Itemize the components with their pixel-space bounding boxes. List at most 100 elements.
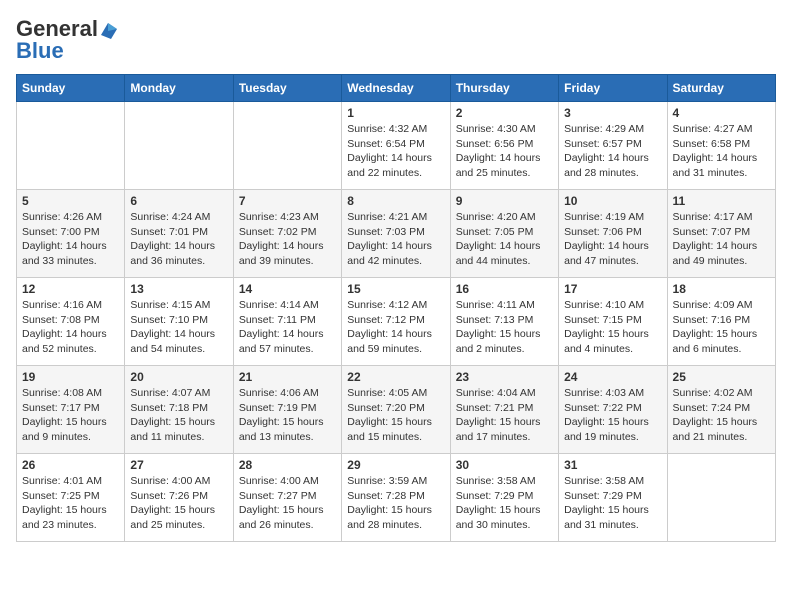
calendar-cell: 16 Sunrise: 4:11 AMSunset: 7:13 PMDayligh… <box>450 278 558 366</box>
calendar-cell: 20 Sunrise: 4:07 AMSunset: 7:18 PMDayligh… <box>125 366 233 454</box>
logo-bird-icon <box>99 21 117 39</box>
weekday-thursday: Thursday <box>450 75 558 102</box>
day-info: Sunrise: 3:59 AMSunset: 7:28 PMDaylight:… <box>347 474 444 533</box>
calendar-cell: 29 Sunrise: 3:59 AMSunset: 7:28 PMDayligh… <box>342 454 450 542</box>
day-info: Sunrise: 4:23 AMSunset: 7:02 PMDaylight:… <box>239 210 336 269</box>
day-number: 16 <box>456 282 553 296</box>
day-info: Sunrise: 4:19 AMSunset: 7:06 PMDaylight:… <box>564 210 661 269</box>
day-number: 12 <box>22 282 119 296</box>
day-info: Sunrise: 4:29 AMSunset: 6:57 PMDaylight:… <box>564 122 661 181</box>
calendar-cell: 13Sunrise: 4:15 AMSunset: 7:10 PMDayligh… <box>125 278 233 366</box>
calendar-cell: 31 Sunrise: 3:58 AMSunset: 7:29 PMDayligh… <box>559 454 667 542</box>
calendar-cell <box>233 102 341 190</box>
day-info: Sunrise: 3:58 AMSunset: 7:29 PMDaylight:… <box>564 474 661 533</box>
weekday-wednesday: Wednesday <box>342 75 450 102</box>
day-number: 20 <box>130 370 227 384</box>
day-info: Sunrise: 4:05 AMSunset: 7:20 PMDaylight:… <box>347 386 444 445</box>
day-number: 17 <box>564 282 661 296</box>
day-number: 15 <box>347 282 444 296</box>
day-info: Sunrise: 4:03 AMSunset: 7:22 PMDaylight:… <box>564 386 661 445</box>
day-info: Sunrise: 4:02 AMSunset: 7:24 PMDaylight:… <box>673 386 770 445</box>
day-info: Sunrise: 4:17 AMSunset: 7:07 PMDaylight:… <box>673 210 770 269</box>
page-header: General Blue <box>16 16 776 64</box>
day-info: Sunrise: 4:06 AMSunset: 7:19 PMDaylight:… <box>239 386 336 445</box>
day-number: 24 <box>564 370 661 384</box>
day-info: Sunrise: 4:16 AMSunset: 7:08 PMDaylight:… <box>22 298 119 357</box>
day-number: 1 <box>347 106 444 120</box>
day-number: 11 <box>673 194 770 208</box>
calendar-cell: 14 Sunrise: 4:14 AMSunset: 7:11 PMDayligh… <box>233 278 341 366</box>
day-number: 18 <box>673 282 770 296</box>
calendar-cell: 25 Sunrise: 4:02 AMSunset: 7:24 PMDayligh… <box>667 366 775 454</box>
calendar-cell: 19 Sunrise: 4:08 AMSunset: 7:17 PMDayligh… <box>17 366 125 454</box>
week-row-4: 19 Sunrise: 4:08 AMSunset: 7:17 PMDayligh… <box>17 366 776 454</box>
day-info: Sunrise: 4:21 AMSunset: 7:03 PMDaylight:… <box>347 210 444 269</box>
calendar-cell: 17Sunrise: 4:10 AMSunset: 7:15 PMDayligh… <box>559 278 667 366</box>
calendar-cell <box>17 102 125 190</box>
weekday-monday: Monday <box>125 75 233 102</box>
day-info: Sunrise: 3:58 AMSunset: 7:29 PMDaylight:… <box>456 474 553 533</box>
day-info: Sunrise: 4:04 AMSunset: 7:21 PMDaylight:… <box>456 386 553 445</box>
calendar-cell: 11 Sunrise: 4:17 AMSunset: 7:07 PMDayligh… <box>667 190 775 278</box>
weekday-sunday: Sunday <box>17 75 125 102</box>
calendar-table: SundayMondayTuesdayWednesdayThursdayFrid… <box>16 74 776 542</box>
week-row-5: 26Sunrise: 4:01 AMSunset: 7:25 PMDayligh… <box>17 454 776 542</box>
day-info: Sunrise: 4:20 AMSunset: 7:05 PMDaylight:… <box>456 210 553 269</box>
logo: General Blue <box>16 16 117 64</box>
calendar-cell: 2Sunrise: 4:30 AMSunset: 6:56 PMDaylight… <box>450 102 558 190</box>
day-number: 21 <box>239 370 336 384</box>
calendar-cell: 4 Sunrise: 4:27 AMSunset: 6:58 PMDaylight… <box>667 102 775 190</box>
day-number: 10 <box>564 194 661 208</box>
day-info: Sunrise: 4:32 AMSunset: 6:54 PMDaylight:… <box>347 122 444 181</box>
day-number: 27 <box>130 458 227 472</box>
week-row-2: 5Sunrise: 4:26 AMSunset: 7:00 PMDaylight… <box>17 190 776 278</box>
calendar-cell: 22Sunrise: 4:05 AMSunset: 7:20 PMDayligh… <box>342 366 450 454</box>
week-row-3: 12 Sunrise: 4:16 AMSunset: 7:08 PMDayligh… <box>17 278 776 366</box>
calendar-cell: 5Sunrise: 4:26 AMSunset: 7:00 PMDaylight… <box>17 190 125 278</box>
calendar-cell: 27 Sunrise: 4:00 AMSunset: 7:26 PMDayligh… <box>125 454 233 542</box>
calendar-cell <box>667 454 775 542</box>
day-number: 4 <box>673 106 770 120</box>
weekday-saturday: Saturday <box>667 75 775 102</box>
day-info: Sunrise: 4:14 AMSunset: 7:11 PMDaylight:… <box>239 298 336 357</box>
calendar-cell: 10 Sunrise: 4:19 AMSunset: 7:06 PMDayligh… <box>559 190 667 278</box>
day-info: Sunrise: 4:00 AMSunset: 7:27 PMDaylight:… <box>239 474 336 533</box>
calendar-cell: 24 Sunrise: 4:03 AMSunset: 7:22 PMDayligh… <box>559 366 667 454</box>
calendar-cell: 3 Sunrise: 4:29 AMSunset: 6:57 PMDaylight… <box>559 102 667 190</box>
day-info: Sunrise: 4:08 AMSunset: 7:17 PMDaylight:… <box>22 386 119 445</box>
day-number: 25 <box>673 370 770 384</box>
calendar-cell: 23 Sunrise: 4:04 AMSunset: 7:21 PMDayligh… <box>450 366 558 454</box>
weekday-tuesday: Tuesday <box>233 75 341 102</box>
day-number: 6 <box>130 194 227 208</box>
day-info: Sunrise: 4:01 AMSunset: 7:25 PMDaylight:… <box>22 474 119 533</box>
day-info: Sunrise: 4:11 AMSunset: 7:13 PMDaylight:… <box>456 298 553 357</box>
calendar-cell: 12 Sunrise: 4:16 AMSunset: 7:08 PMDayligh… <box>17 278 125 366</box>
day-number: 7 <box>239 194 336 208</box>
calendar-cell: 30 Sunrise: 3:58 AMSunset: 7:29 PMDayligh… <box>450 454 558 542</box>
day-number: 8 <box>347 194 444 208</box>
calendar-cell: 7 Sunrise: 4:23 AMSunset: 7:02 PMDaylight… <box>233 190 341 278</box>
day-number: 30 <box>456 458 553 472</box>
calendar-cell: 26Sunrise: 4:01 AMSunset: 7:25 PMDayligh… <box>17 454 125 542</box>
day-info: Sunrise: 4:12 AMSunset: 7:12 PMDaylight:… <box>347 298 444 357</box>
calendar-cell <box>125 102 233 190</box>
calendar-cell: 21 Sunrise: 4:06 AMSunset: 7:19 PMDayligh… <box>233 366 341 454</box>
day-number: 29 <box>347 458 444 472</box>
day-number: 31 <box>564 458 661 472</box>
day-number: 5 <box>22 194 119 208</box>
calendar-cell: 6Sunrise: 4:24 AMSunset: 7:01 PMDaylight… <box>125 190 233 278</box>
calendar-cell: 18Sunrise: 4:09 AMSunset: 7:16 PMDayligh… <box>667 278 775 366</box>
day-number: 13 <box>130 282 227 296</box>
day-info: Sunrise: 4:00 AMSunset: 7:26 PMDaylight:… <box>130 474 227 533</box>
day-number: 14 <box>239 282 336 296</box>
day-info: Sunrise: 4:27 AMSunset: 6:58 PMDaylight:… <box>673 122 770 181</box>
calendar-cell: 15 Sunrise: 4:12 AMSunset: 7:12 PMDayligh… <box>342 278 450 366</box>
day-info: Sunrise: 4:07 AMSunset: 7:18 PMDaylight:… <box>130 386 227 445</box>
day-number: 19 <box>22 370 119 384</box>
calendar-cell: 8 Sunrise: 4:21 AMSunset: 7:03 PMDaylight… <box>342 190 450 278</box>
weekday-friday: Friday <box>559 75 667 102</box>
day-number: 3 <box>564 106 661 120</box>
day-number: 23 <box>456 370 553 384</box>
day-number: 28 <box>239 458 336 472</box>
day-number: 9 <box>456 194 553 208</box>
